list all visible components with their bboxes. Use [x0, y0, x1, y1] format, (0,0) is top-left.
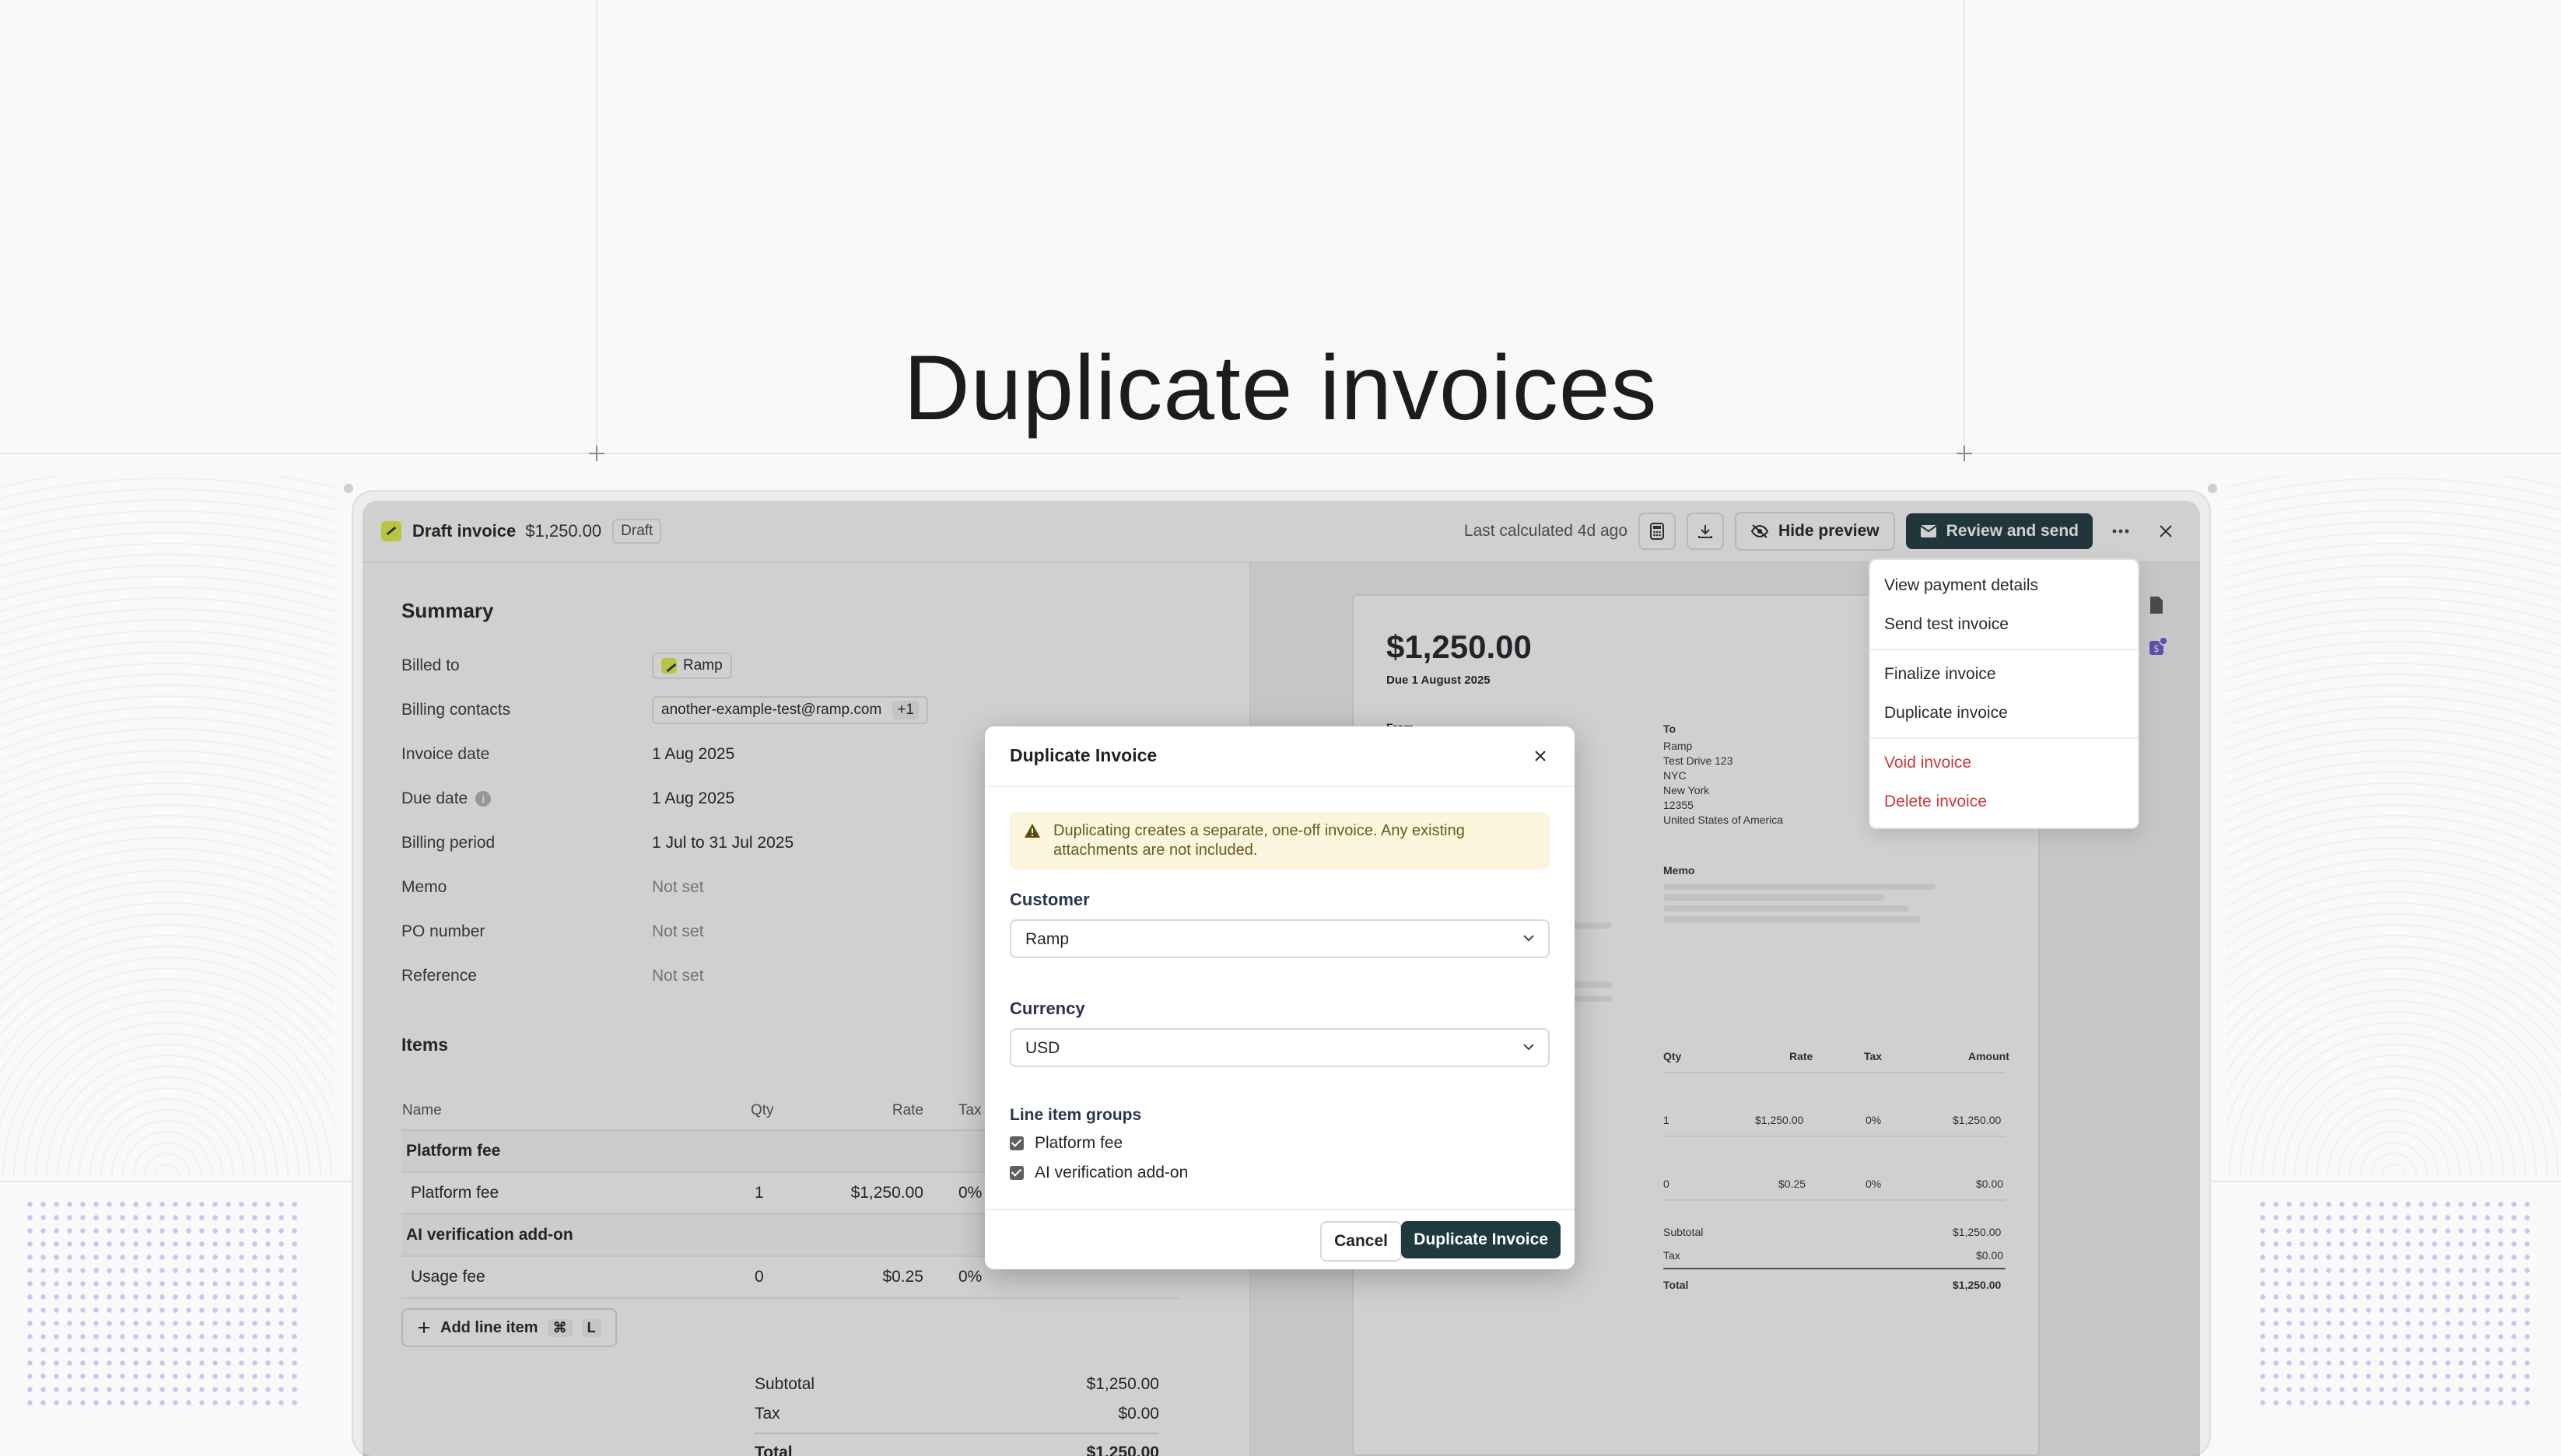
warning-text: Duplicating creates a separate, one-off …: [1053, 822, 1465, 859]
checkbox-checked[interactable]: [1010, 1166, 1024, 1180]
chevron-down-icon: [1523, 1044, 1534, 1051]
duplicate-invoice-dialog: Duplicate Invoice Duplicating creates a …: [985, 726, 1575, 1269]
menu-item-duplicate-invoice[interactable]: Duplicate invoice: [1870, 694, 2138, 733]
dialog-header: Duplicate Invoice: [985, 726, 1575, 787]
decorative-dots-right: [2256, 1198, 2536, 1408]
guide-line-horizontal: [0, 453, 2561, 454]
currency-label: Currency: [1010, 999, 1085, 1018]
group-checkbox-ai-verification[interactable]: AI verification add-on: [1010, 1164, 1188, 1182]
decorative-rings-left: [0, 476, 335, 1176]
close-icon[interactable]: [1529, 745, 1551, 767]
cancel-button[interactable]: Cancel: [1320, 1221, 1402, 1262]
warning-icon: [1025, 824, 1040, 838]
customer-label: Customer: [1010, 890, 1090, 909]
customer-select[interactable]: Ramp: [1010, 919, 1550, 958]
group-checkbox-platform-fee[interactable]: Platform fee: [1010, 1134, 1123, 1153]
menu-divider: [1870, 737, 2138, 739]
menu-divider: [1870, 649, 2138, 650]
dialog-title: Duplicate Invoice: [1010, 745, 1158, 765]
checkbox-label: Platform fee: [1035, 1134, 1123, 1152]
menu-item-void-invoice[interactable]: Void invoice: [1870, 744, 2138, 782]
checkbox-checked[interactable]: [1010, 1136, 1024, 1150]
currency-select[interactable]: USD: [1010, 1028, 1550, 1067]
menu-item-view-payment-details[interactable]: View payment details: [1870, 566, 2138, 605]
corner-dot: [344, 484, 353, 493]
customer-value: Ramp: [1025, 930, 1070, 948]
crosshair-icon: [589, 446, 604, 461]
duplicate-invoice-button[interactable]: Duplicate Invoice: [1401, 1221, 1561, 1258]
warning-alert: Duplicating creates a separate, one-off …: [1010, 812, 1550, 870]
checkbox-label: AI verification add-on: [1035, 1164, 1189, 1181]
menu-item-send-test-invoice[interactable]: Send test invoice: [1870, 605, 2138, 644]
hero-title: Duplicate invoices: [903, 337, 1658, 440]
corner-dot: [2208, 484, 2217, 493]
crosshair-icon: [1957, 446, 1972, 461]
dialog-footer: Cancel Duplicate Invoice: [985, 1209, 1575, 1269]
more-options-menu: View payment details Send test invoice F…: [1869, 558, 2139, 829]
decorative-rings-right: [2226, 476, 2561, 1176]
menu-item-delete-invoice[interactable]: Delete invoice: [1870, 782, 2138, 821]
currency-value: USD: [1025, 1039, 1060, 1057]
menu-item-finalize-invoice[interactable]: Finalize invoice: [1870, 655, 2138, 694]
line-item-groups-label: Line item groups: [1010, 1106, 1142, 1124]
chevron-down-icon: [1523, 935, 1534, 942]
decorative-dots-left: [23, 1198, 303, 1408]
